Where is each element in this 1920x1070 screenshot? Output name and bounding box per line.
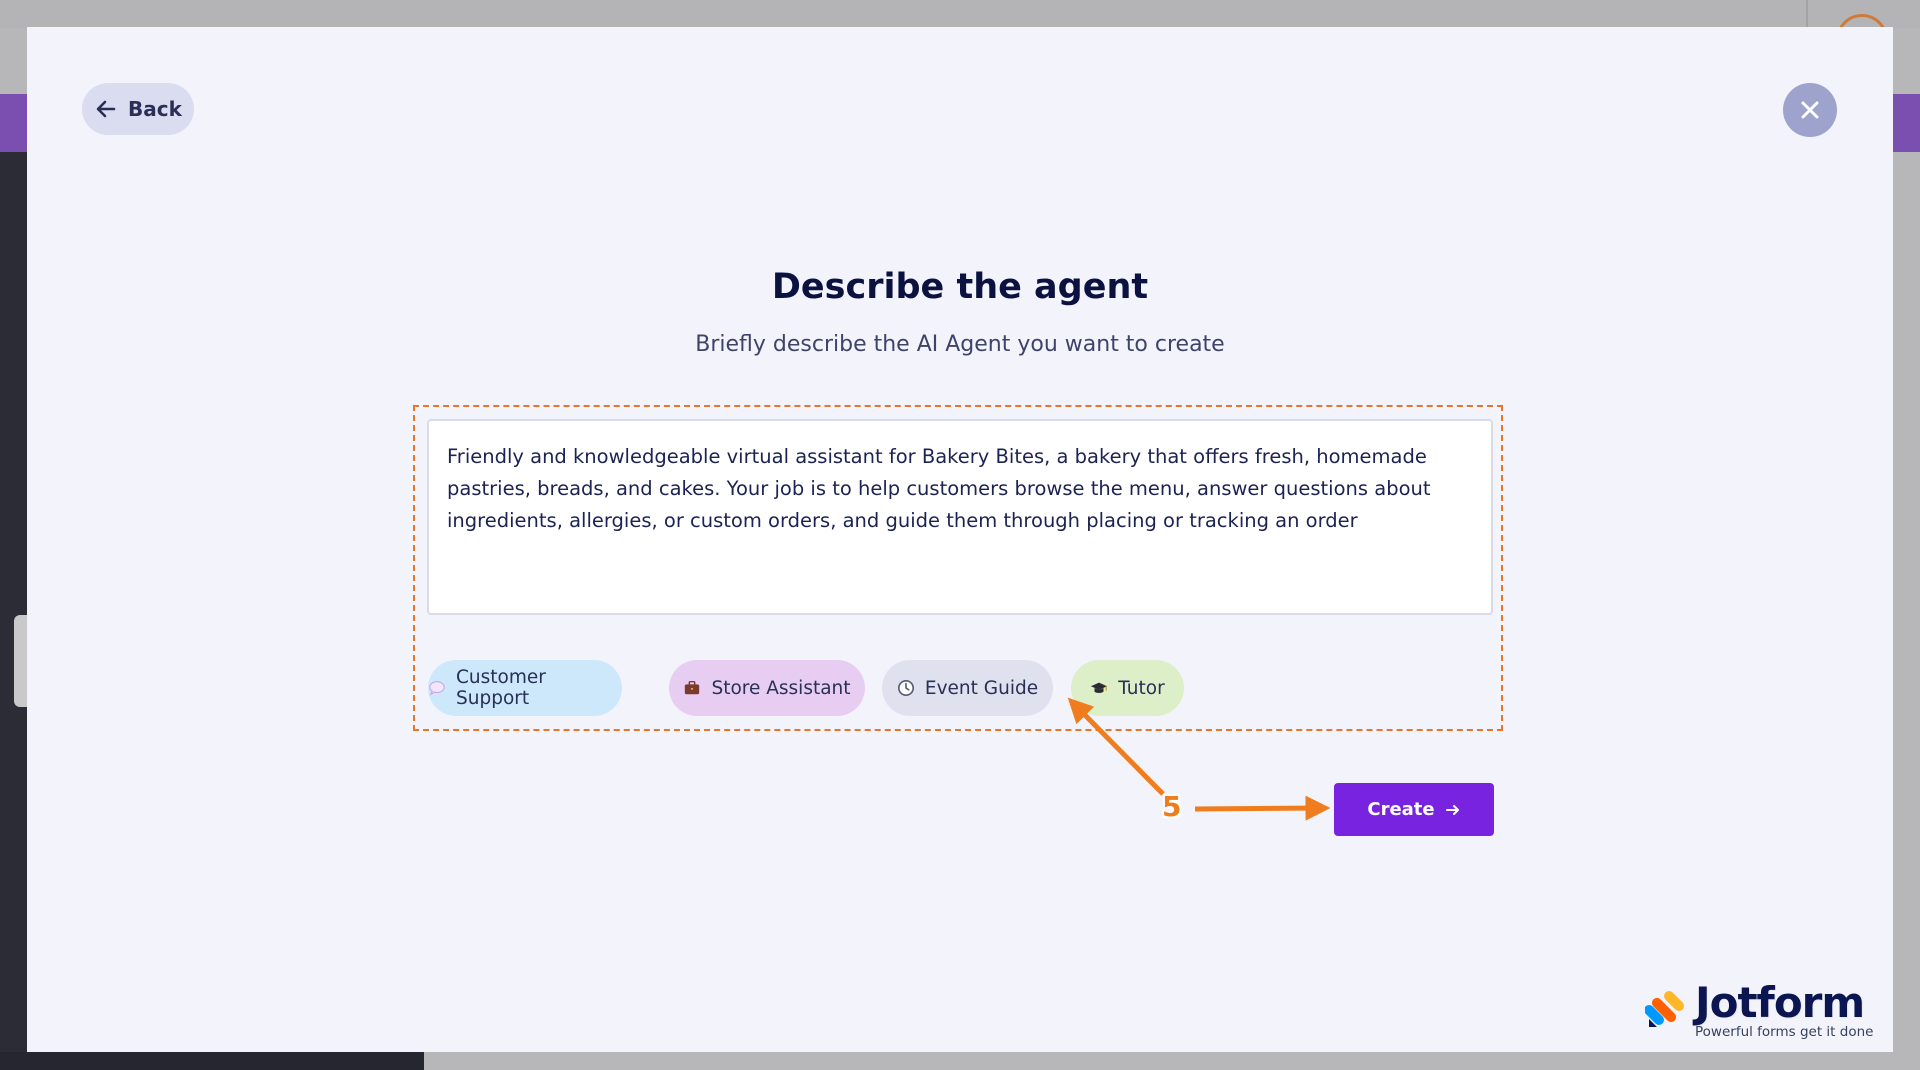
speech-bubble-icon <box>428 679 446 697</box>
create-button[interactable]: Create <box>1334 783 1494 836</box>
page-subtitle: Briefly describe the AI Agent you want t… <box>695 332 1225 357</box>
briefcase-icon <box>683 679 701 697</box>
close-icon <box>1798 98 1822 122</box>
background-divider <box>1806 0 1808 28</box>
page-title: Describe the agent <box>771 267 1149 307</box>
arrow-left-icon <box>94 97 118 121</box>
chip-customer-support[interactable]: Customer Support <box>428 660 622 716</box>
clock-icon <box>897 679 915 697</box>
jotform-logo-mark <box>1645 991 1684 1027</box>
chip-label: Customer Support <box>456 667 546 709</box>
chip-tutor[interactable]: Tutor <box>1071 660 1184 716</box>
jotform-logo-tagline: Powerful forms get it done <box>1695 1024 1874 1040</box>
back-label: Back <box>128 97 182 121</box>
back-button[interactable]: Back <box>82 83 194 135</box>
annotation-step-number: 5 <box>1162 790 1182 823</box>
background-bottom-bar <box>0 1052 424 1070</box>
chip-store-assistant[interactable]: Store Assistant <box>669 660 865 716</box>
create-label: Create <box>1367 799 1435 820</box>
describe-agent-modal: Back Describe the agent Briefly describe… <box>27 27 1893 1052</box>
background-topbar <box>0 0 1920 28</box>
chip-label: Store Assistant <box>711 677 851 699</box>
jotform-logo-name: Jotform <box>1695 978 1865 1027</box>
agent-description-input[interactable]: Friendly and knowledgeable virtual assis… <box>427 419 1493 615</box>
chip-event-guide[interactable]: Event Guide <box>882 660 1053 716</box>
arrow-right-icon <box>1445 802 1461 818</box>
annotation-arrow-to-create <box>1194 795 1331 821</box>
graduation-cap-icon <box>1090 679 1108 697</box>
chip-label: Event Guide <box>924 677 1039 699</box>
background-sidebar <box>0 152 28 1070</box>
background-side-handle <box>14 615 28 707</box>
chip-label: Tutor <box>1118 677 1165 699</box>
close-button[interactable] <box>1783 83 1837 137</box>
jotform-logo: Jotform Powerful forms get it done <box>1645 978 1875 1042</box>
